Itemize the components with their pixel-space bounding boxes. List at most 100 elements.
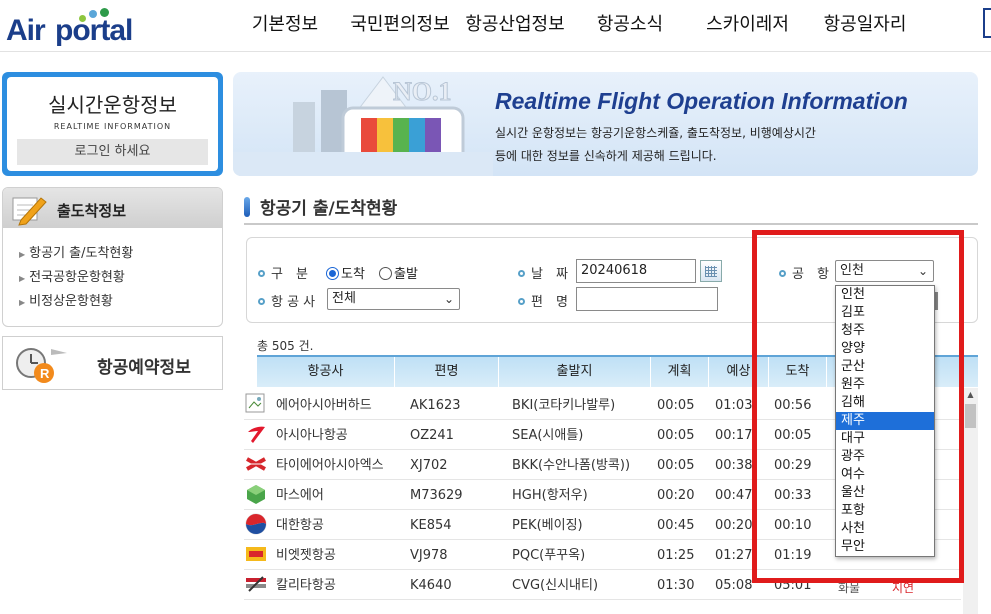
dropdown-option[interactable]: 군산 bbox=[836, 358, 934, 376]
korean-air-logo-icon bbox=[245, 513, 267, 535]
scrollbar-thumb[interactable] bbox=[965, 404, 976, 428]
cell-airline: 아시아나항공 bbox=[276, 428, 348, 443]
airportal-logo[interactable]: Air portal bbox=[6, 6, 133, 48]
column-header-airline: 항공사 bbox=[257, 357, 395, 387]
cell-airline: 타이에어아시아엑스 bbox=[276, 458, 384, 473]
cell-estimated: 01:27 bbox=[715, 548, 753, 563]
airport-dropdown-list: 인천 김포 청주 양양 군산 원주 김해 제주 대구 광주 여수 울산 포항 사… bbox=[835, 285, 935, 557]
label-bullet-icon bbox=[258, 270, 265, 277]
header: Air portal 기본정보 국민편의정보 항공산업정보 항공소식 스카이레저… bbox=[0, 0, 991, 52]
cell-estimated: 00:17 bbox=[715, 428, 753, 443]
cell-kind: 화물 bbox=[838, 581, 861, 595]
svg-text:R: R bbox=[40, 366, 50, 381]
cell-estimated: 00:20 bbox=[715, 518, 753, 533]
dropdown-option[interactable]: 광주 bbox=[836, 448, 934, 466]
nav-item-aviation-news[interactable]: 항공소식 bbox=[570, 0, 690, 52]
airline-select-value: 전체 bbox=[332, 291, 356, 306]
dropdown-option[interactable]: 사천 bbox=[836, 520, 934, 538]
realtime-banner: NO.1 Realtime Flight Operation Informati… bbox=[233, 72, 978, 176]
cell-origin: CVG(신시내티) bbox=[512, 578, 599, 593]
radio-button[interactable] bbox=[326, 267, 339, 280]
dropdown-option[interactable]: 울산 bbox=[836, 484, 934, 502]
realtime-info-box: 실시간운항정보 REALTIME INFORMATION 로그인 하세요 bbox=[2, 72, 223, 176]
nav-item-sky-leisure[interactable]: 스카이레저 bbox=[690, 0, 805, 52]
cell-airline: 마스에어 bbox=[276, 488, 324, 503]
masair-logo-icon bbox=[247, 485, 265, 504]
dropdown-option[interactable]: 김포 bbox=[836, 304, 934, 322]
dropdown-option[interactable]: 인천 bbox=[836, 286, 934, 304]
flight-number-input[interactable] bbox=[576, 287, 718, 311]
cell-plan: 00:05 bbox=[657, 398, 695, 413]
airport-label: 공 항 bbox=[779, 263, 829, 282]
label-bullet-icon bbox=[258, 298, 265, 305]
banner-description-line2: 등에 대한 정보를 신속하게 제공해 드립니다. bbox=[495, 149, 717, 163]
cell-estimated: 01:03 bbox=[715, 398, 753, 413]
nav-item-industry-info[interactable]: 항공산업정보 bbox=[460, 0, 570, 52]
calendar-icon[interactable] bbox=[700, 260, 722, 282]
nav-item-basic-info[interactable]: 기본정보 bbox=[230, 0, 340, 52]
cell-arrival: 05:01 bbox=[774, 578, 812, 593]
page-title: 항공기 출/도착현황 bbox=[260, 199, 398, 219]
type-label-text: 구 분 bbox=[271, 267, 308, 282]
banner-title: Realtime Flight Operation Information bbox=[495, 88, 908, 114]
cell-status: 지연 bbox=[892, 581, 915, 595]
menu-link-flight-status[interactable]: ▶ 항공기 출/도착현황 bbox=[19, 242, 222, 266]
thai-airasia-x-logo-icon bbox=[246, 457, 266, 471]
cell-flight: AK1623 bbox=[410, 398, 461, 413]
cell-flight: KE854 bbox=[410, 518, 452, 533]
menu-link-abnormal-status[interactable]: ▶ 비정상운항현황 bbox=[19, 290, 222, 314]
logo-dot bbox=[100, 8, 109, 17]
nav-overflow-box[interactable] bbox=[983, 8, 991, 38]
dropdown-option[interactable]: 원주 bbox=[836, 376, 934, 394]
dropdown-option[interactable]: 여수 bbox=[836, 466, 934, 484]
reservation-info-button[interactable]: R 항공예약정보 bbox=[2, 336, 223, 390]
flight-label: 편 명 bbox=[518, 291, 568, 310]
cell-plan: 00:45 bbox=[657, 518, 695, 533]
radio-button[interactable] bbox=[379, 267, 392, 280]
result-count: 총 505 건. bbox=[257, 339, 314, 353]
banner-description-line1: 실시간 운항정보는 항공기운항스케쥴, 출도착정보, 비행예상시간 bbox=[495, 126, 816, 140]
dropdown-option-highlighted[interactable]: 제주 bbox=[836, 412, 934, 430]
cell-flight: M73629 bbox=[410, 488, 463, 503]
dropdown-option[interactable]: 무안 bbox=[836, 538, 934, 556]
cell-airline: 대한항공 bbox=[276, 518, 324, 533]
cell-origin: BKI(코타키나발루) bbox=[512, 398, 616, 413]
column-header-plan: 계획 bbox=[651, 357, 709, 387]
logo-text-air: Air bbox=[6, 14, 46, 47]
airport-select-value: 인천 bbox=[840, 263, 864, 278]
document-pencil-icon bbox=[12, 197, 47, 226]
asiana-logo-icon bbox=[248, 426, 265, 443]
banner-art-text: NO.1 bbox=[393, 77, 452, 106]
main-nav: 기본정보 국민편의정보 항공산업정보 항공소식 스카이레저 항공일자리 bbox=[230, 0, 925, 52]
section-title-bar bbox=[244, 197, 250, 217]
nav-item-aviation-jobs[interactable]: 항공일자리 bbox=[805, 0, 925, 52]
airport-select[interactable]: 인천 ⌄ bbox=[835, 260, 934, 282]
dropdown-option[interactable]: 포항 bbox=[836, 502, 934, 520]
arrivals-menu-box: 출도착정보 ▶ 항공기 출/도착현황 ▶ 전국공항운항현황 ▶ 비정상운항현황 bbox=[2, 187, 223, 327]
table-row[interactable]: 칼리타항공 K4640 CVG(신시내티) 01:30 05:08 05:01 … bbox=[244, 570, 961, 600]
dropdown-option[interactable]: 양양 bbox=[836, 340, 934, 358]
dropdown-option[interactable]: 대구 bbox=[836, 430, 934, 448]
cell-plan: 01:30 bbox=[657, 578, 695, 593]
date-input[interactable]: 20240618 bbox=[576, 259, 696, 283]
dropdown-option[interactable]: 김해 bbox=[836, 394, 934, 412]
date-label-text: 날 짜 bbox=[531, 267, 568, 282]
radio-departure[interactable]: 출발 bbox=[379, 263, 418, 282]
logo-dot bbox=[79, 15, 86, 22]
menu-link-nationwide-status[interactable]: ▶ 전국공항운항현황 bbox=[19, 266, 222, 290]
login-button[interactable]: 로그인 하세요 bbox=[17, 139, 208, 165]
label-bullet-icon bbox=[779, 270, 786, 277]
airline-select[interactable]: 전체 ⌄ bbox=[327, 288, 460, 310]
dropdown-option[interactable]: 청주 bbox=[836, 322, 934, 340]
nav-item-convenience-info[interactable]: 국민편의정보 bbox=[340, 0, 460, 52]
cell-origin: PEK(베이징) bbox=[512, 518, 583, 533]
date-input-value: 20240618 bbox=[581, 263, 648, 278]
bullet-icon: ▶ bbox=[19, 298, 26, 307]
airline-label-text: 항 공 사 bbox=[271, 295, 316, 310]
scroll-up-arrow-icon[interactable]: ▲ bbox=[963, 388, 978, 402]
menu-link-label: 전국공항운항현황 bbox=[29, 270, 125, 285]
kalitta-logo-icon bbox=[246, 576, 266, 592]
vietjet-logo-icon bbox=[246, 547, 266, 561]
radio-arrival[interactable]: 도착 bbox=[326, 263, 365, 282]
reservation-info-title: 항공예약정보 bbox=[97, 358, 191, 378]
